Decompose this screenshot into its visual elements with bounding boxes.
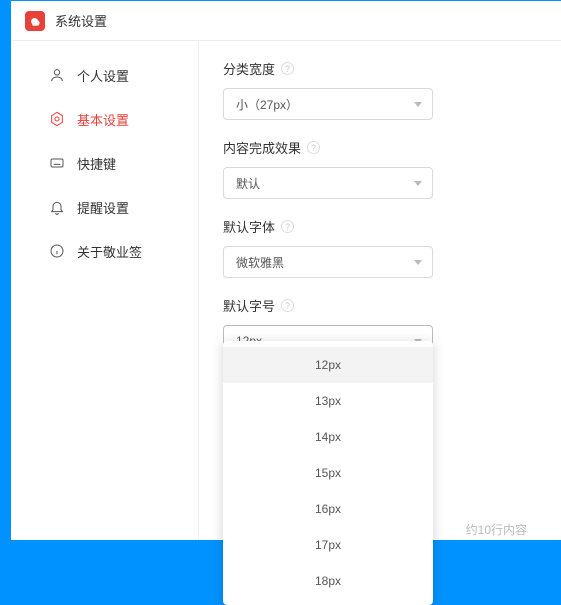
user-icon <box>49 67 65 83</box>
label-text: 内容完成效果 <box>223 138 301 157</box>
settings-window: 系统设置 个人设置 基本设置 快捷键 <box>11 1 561 540</box>
dropdown-option[interactable]: 13px <box>223 383 433 419</box>
help-icon[interactable]: ? <box>281 62 294 75</box>
sidebar-item-label: 快捷键 <box>77 154 116 173</box>
help-icon[interactable]: ? <box>281 220 294 233</box>
sidebar: 个人设置 基本设置 快捷键 提醒设置 <box>11 41 199 540</box>
dropdown-option[interactable]: 12px <box>223 347 433 383</box>
help-icon[interactable]: ? <box>307 141 320 154</box>
label-text: 默认字号 <box>223 296 275 315</box>
caret-down-icon <box>414 102 422 107</box>
content-panel: 分类宽度 ? 小（27px） 内容完成效果 ? 默认 <box>199 41 561 540</box>
hint-text: 约10行内容 <box>466 521 527 538</box>
field-label: 默认字体 ? <box>223 217 533 236</box>
caret-down-icon <box>414 260 422 265</box>
sidebar-item-reminders[interactable]: 提醒设置 <box>11 185 198 229</box>
select-value: 微软雅黑 <box>236 254 284 271</box>
titlebar: 系统设置 <box>11 1 561 41</box>
field-category-width: 分类宽度 ? 小（27px） <box>223 59 533 120</box>
field-label: 默认字号 ? <box>223 296 533 315</box>
sidebar-item-label: 基本设置 <box>77 110 129 129</box>
field-completion-effect: 内容完成效果 ? 默认 <box>223 138 533 199</box>
dropdown-option[interactable]: 17px <box>223 527 433 563</box>
sidebar-item-basic[interactable]: 基本设置 <box>11 97 198 141</box>
default-font-select[interactable]: 微软雅黑 <box>223 246 433 278</box>
caret-down-icon <box>414 181 422 186</box>
gear-hex-icon <box>49 111 65 127</box>
field-label: 分类宽度 ? <box>223 59 533 78</box>
field-default-size: 默认字号 ? 12px 12px13px14px15px16px17px18px <box>223 296 533 357</box>
window-title: 系统设置 <box>55 11 107 30</box>
label-text: 默认字体 <box>223 217 275 236</box>
app-logo-icon <box>25 11 45 31</box>
select-value: 小（27px） <box>236 96 298 113</box>
sidebar-item-personal[interactable]: 个人设置 <box>11 53 198 97</box>
dropdown-option[interactable]: 16px <box>223 491 433 527</box>
keyboard-icon <box>49 155 65 171</box>
sidebar-item-label: 关于敬业签 <box>77 242 142 261</box>
field-default-font: 默认字体 ? 微软雅黑 <box>223 217 533 278</box>
field-label: 内容完成效果 ? <box>223 138 533 157</box>
window-body: 个人设置 基本设置 快捷键 提醒设置 <box>11 41 561 540</box>
default-size-dropdown[interactable]: 12px13px14px15px16px17px18px <box>223 341 433 605</box>
dropdown-option[interactable]: 15px <box>223 455 433 491</box>
dropdown-option[interactable]: 18px <box>223 563 433 599</box>
sidebar-item-label: 个人设置 <box>77 66 129 85</box>
help-icon[interactable]: ? <box>281 299 294 312</box>
sidebar-item-label: 提醒设置 <box>77 198 129 217</box>
label-text: 分类宽度 <box>223 59 275 78</box>
category-width-select[interactable]: 小（27px） <box>223 88 433 120</box>
bell-icon <box>49 199 65 215</box>
info-icon <box>49 243 65 259</box>
completion-effect-select[interactable]: 默认 <box>223 167 433 199</box>
sidebar-item-about[interactable]: 关于敬业签 <box>11 229 198 273</box>
sidebar-item-shortcuts[interactable]: 快捷键 <box>11 141 198 185</box>
select-value: 默认 <box>236 175 260 192</box>
dropdown-option[interactable]: 14px <box>223 419 433 455</box>
